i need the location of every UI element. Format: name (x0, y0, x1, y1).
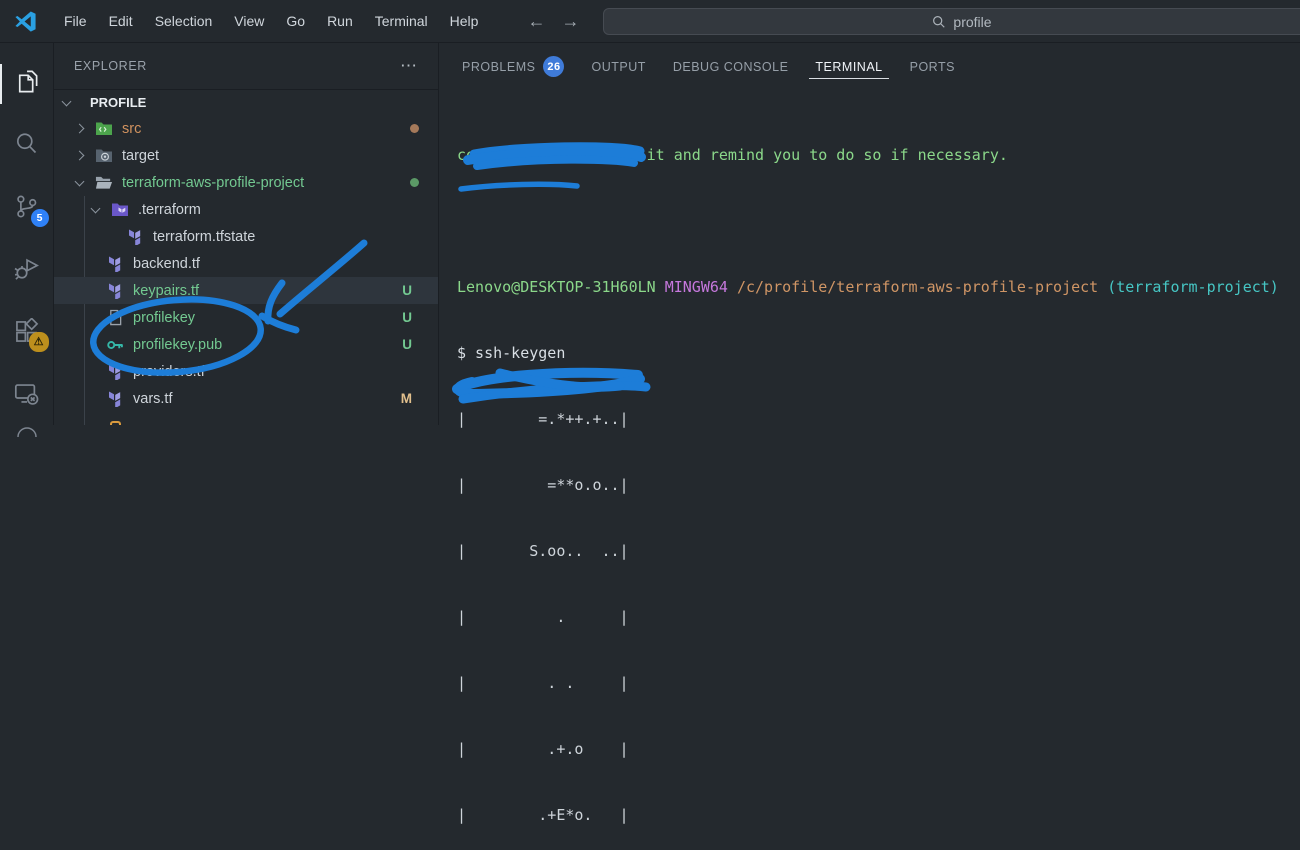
chevron-right-icon (74, 150, 85, 161)
search-icon (933, 15, 946, 28)
tree-item-profilekey[interactable]: profilekey U (54, 304, 438, 331)
vscode-window: File Edit Selection View Go Run Terminal… (0, 0, 1300, 824)
terminal-command: $ ssh-keygen (457, 344, 566, 362)
file-tree: src target terraform-aws-profile-project… (54, 115, 438, 425)
tab-terminal[interactable]: TERMINAL (809, 53, 889, 80)
chevron-down-icon (90, 203, 101, 213)
remote-explorer-icon (14, 384, 39, 406)
menu-bar: File Edit Selection View Go Run Terminal… (53, 8, 489, 34)
file-icon (106, 309, 124, 327)
terraform-file-icon (106, 282, 124, 300)
menu-help[interactable]: Help (439, 8, 490, 34)
activitybar-search[interactable] (0, 113, 54, 176)
key-file-icon (106, 336, 124, 354)
activitybar-run-debug[interactable] (0, 238, 54, 301)
tree-item-vars-tf[interactable]: vars.tf M (54, 385, 438, 412)
forward-arrow-icon[interactable]: → (561, 12, 579, 30)
activitybar-source-control[interactable]: 5 (0, 175, 54, 238)
tab-problems[interactable]: PROBLEMS 26 (456, 49, 570, 83)
tree-item-profilekey-pub[interactable]: profilekey.pub U (54, 331, 438, 358)
tab-debug-console[interactable]: DEBUG CONSOLE (667, 53, 795, 80)
search-value: profile (953, 13, 992, 30)
tree-item-dot-terraform[interactable]: .terraform (54, 196, 438, 223)
randomart-line: | .+E*o. | (457, 806, 629, 824)
tab-ports[interactable]: PORTS (904, 53, 961, 80)
prompt-user-host: Lenovo@DESKTOP-31H60LN (457, 278, 656, 296)
terminal-message: commands will detect it and remind you t… (457, 146, 1008, 164)
activity-bar: 5 ⚠ (0, 43, 54, 438)
chevron-down-icon (61, 96, 72, 106)
command-center-search[interactable]: profile (603, 8, 1300, 35)
problems-count-badge: 26 (543, 56, 565, 77)
history-nav: ← → (527, 12, 579, 30)
bottom-panel: PROBLEMS 26 OUTPUT DEBUG CONSOLE TERMINA… (439, 43, 1300, 824)
tree-item-backend-tf[interactable]: backend.tf (54, 250, 438, 277)
vscode-logo-icon (15, 10, 36, 32)
chevron-down-icon (74, 176, 85, 186)
menu-go[interactable]: Go (275, 8, 316, 34)
activitybar-explorer[interactable] (0, 50, 54, 113)
account-icon-partial (17, 427, 37, 438)
randomart-line: | .+.o | (457, 740, 629, 758)
git-status-modified: M (400, 391, 412, 406)
explorer-sidebar: EXPLORER ⋯ PROFILE src target terraform-… (54, 43, 439, 425)
folder-terraform-icon (111, 201, 129, 219)
activitybar-remote-explorer[interactable] (0, 363, 54, 426)
explorer-header: EXPLORER ⋯ (54, 43, 438, 89)
extensions-warning-badge: ⚠ (28, 331, 49, 352)
terminal-prompt-1: Lenovo@DESKTOP-31H60LN MINGW64 /c/profil… (457, 276, 1300, 298)
untracked-dot (410, 178, 419, 187)
tree-item-src[interactable]: src (54, 115, 438, 142)
scm-pending-badge: 5 (30, 208, 49, 227)
folder-target-icon (95, 147, 113, 165)
menu-run[interactable]: Run (316, 8, 364, 34)
prompt-env: MINGW64 (655, 278, 728, 296)
run-debug-icon (14, 258, 39, 281)
section-profile[interactable]: PROFILE (54, 89, 438, 115)
folder-src-icon (95, 120, 113, 138)
more-actions-icon[interactable]: ⋯ (400, 57, 418, 73)
terraform-file-icon (106, 363, 124, 381)
randomart-line: | S.oo.. ..| (457, 542, 629, 560)
menu-file[interactable]: File (53, 8, 98, 34)
prompt-path: /c/profile/terraform-aws-profile-project (727, 278, 1099, 296)
menu-selection[interactable]: Selection (144, 8, 224, 34)
section-title: PROFILE (90, 95, 147, 110)
prompt-branch: (terraform-project) (1098, 278, 1279, 296)
title-bar: File Edit Selection View Go Run Terminal… (0, 0, 1300, 43)
menu-view[interactable]: View (223, 8, 275, 34)
partial-file-icon (110, 421, 121, 425)
folder-open-icon (95, 174, 113, 192)
terraform-file-icon (106, 390, 124, 408)
back-arrow-icon[interactable]: ← (527, 12, 545, 30)
tree-item-terraform-aws-profile-project[interactable]: terraform-aws-profile-project (54, 169, 438, 196)
randomart-line: | =**o.o..| (457, 476, 629, 494)
tab-output[interactable]: OUTPUT (585, 53, 651, 80)
activitybar-extensions[interactable]: ⚠ (0, 300, 54, 363)
git-status-untracked: U (402, 283, 412, 298)
files-icon (18, 70, 38, 93)
tree-item-terraform-tfstate[interactable]: terraform.tfstate (54, 223, 438, 250)
git-status-untracked: U (402, 310, 412, 325)
menu-edit[interactable]: Edit (98, 8, 144, 34)
tree-item-target[interactable]: target (54, 142, 438, 169)
randomart-line: | =.*++.+..| (457, 410, 629, 428)
modified-dot (410, 124, 419, 133)
terraform-file-icon (106, 255, 124, 273)
randomart-line: | . | (457, 608, 629, 626)
explorer-title: EXPLORER (74, 59, 147, 73)
tree-item-keypairs-tf[interactable]: keypairs.tf U (54, 277, 438, 304)
terraform-file-icon (126, 228, 144, 246)
chevron-right-icon (74, 123, 85, 134)
tree-item-providers-tf[interactable]: providers.tf (54, 358, 438, 385)
panel-tab-bar: PROBLEMS 26 OUTPUT DEBUG CONSOLE TERMINA… (439, 43, 1300, 89)
search-icon (16, 133, 37, 154)
tree-item-partial (54, 412, 438, 425)
terminal-output[interactable]: commands will detect it and remind you t… (439, 89, 1300, 850)
menu-terminal[interactable]: Terminal (364, 8, 439, 34)
git-status-untracked: U (402, 337, 412, 352)
randomart-line: | . . | (457, 674, 629, 692)
